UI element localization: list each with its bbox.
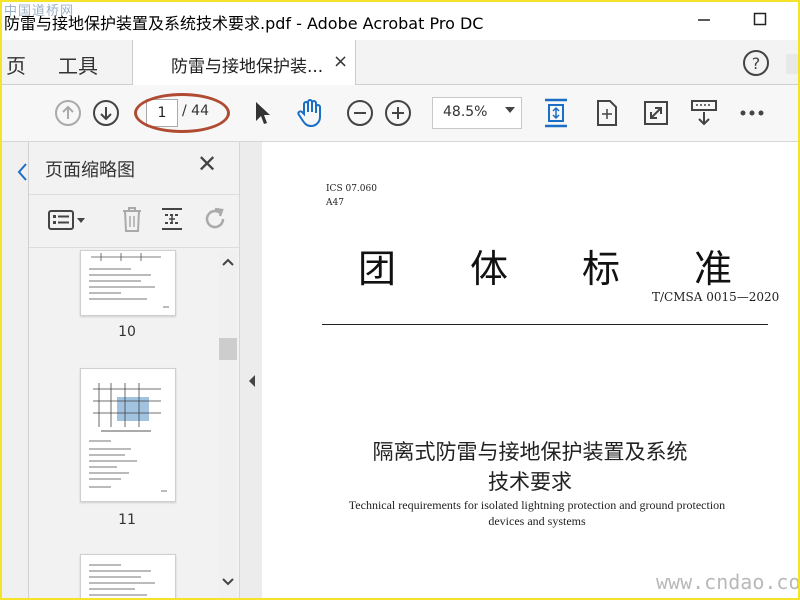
minus-circle-icon	[347, 100, 373, 126]
arrow-up-circle-icon	[55, 100, 81, 126]
thumbnails-scrollbar[interactable]	[219, 250, 237, 598]
panel-splitter[interactable]	[239, 142, 263, 598]
navigation-strip	[2, 142, 29, 598]
ics-code: ICS 07.060 A47	[326, 182, 377, 210]
thumbnails-title: 页面缩略图	[45, 160, 135, 181]
hand-tool-button[interactable]	[290, 93, 330, 133]
maximize-icon	[753, 12, 767, 26]
help-button[interactable]: ?	[742, 49, 770, 81]
heading-char-1: 团	[358, 247, 397, 291]
menu-home[interactable]: 页	[6, 50, 26, 79]
tab-document[interactable]: 防雷与接地保护装... ×	[132, 40, 356, 85]
scroll-mode-icon	[691, 100, 717, 126]
insert-page-button[interactable]	[159, 205, 185, 237]
rotate-icon	[205, 207, 225, 229]
tab-bar: 页 工具 ?	[2, 40, 798, 85]
heading-char-3: 标	[582, 247, 621, 291]
prev-page-button[interactable]	[48, 93, 88, 133]
main-toolbar: 1 / 44 48.5%	[2, 85, 798, 142]
chevron-up-icon	[222, 258, 234, 266]
heading-char-4: 准	[694, 247, 733, 291]
thumbnail-options-button[interactable]	[47, 207, 87, 237]
zoom-select[interactable]: 48.5%	[432, 97, 522, 129]
zoom-out-button[interactable]	[340, 93, 380, 133]
page-rotate-icon	[597, 100, 617, 126]
thumbnails-panel: 页面缩略图 ✕ 10 11	[29, 142, 239, 598]
cursor-arrow-icon	[256, 102, 270, 124]
signin-tab-edge[interactable]	[786, 54, 798, 74]
expand-icon	[644, 101, 668, 125]
select-tool-button[interactable]	[242, 93, 282, 133]
insert-page-icon	[162, 208, 182, 230]
collapse-left-icon	[249, 375, 255, 387]
help-icon: ?	[743, 50, 769, 76]
list-options-icon	[48, 210, 85, 230]
delete-page-button[interactable]	[119, 205, 145, 237]
trash-icon	[123, 207, 141, 232]
rotate-view-button[interactable]	[586, 93, 626, 133]
scrollbar-thumb[interactable]	[219, 338, 237, 360]
ics-line: ICS 07.060	[326, 184, 377, 194]
app-window: 中国道桥网 防雷与接地保护装置及系统技术要求.pdf - Adobe Acrob…	[0, 0, 800, 600]
page-preview-icon	[89, 253, 169, 308]
svg-text:?: ?	[752, 54, 761, 73]
minimize-button[interactable]	[684, 6, 724, 36]
zoom-in-button[interactable]	[378, 93, 418, 133]
more-tools-button[interactable]	[732, 93, 772, 133]
pdf-page: ICS 07.060 A47 团 体 标 准 T/CMSA 0015—2020 …	[262, 142, 798, 598]
rotate-page-button[interactable]	[201, 205, 229, 237]
maximize-button[interactable]	[740, 6, 780, 36]
tab-close-icon[interactable]: ×	[333, 51, 348, 72]
plus-circle-icon	[385, 100, 411, 126]
title-cn-line1: 隔离式防雷与接地保护装置及系统	[372, 440, 688, 464]
close-panel-icon[interactable]: ✕	[197, 150, 217, 178]
standard-number: T/CMSA 0015—2020	[652, 290, 780, 304]
thumbnail-label-11: 11	[118, 512, 136, 528]
thumbnail-page-11[interactable]	[80, 368, 176, 502]
title-bar: 中国道桥网 防雷与接地保护装置及系统技术要求.pdf - Adobe Acrob…	[2, 2, 798, 40]
title-en-line2: devices and systems	[488, 514, 586, 528]
arrow-down-circle-icon	[93, 100, 119, 126]
heading-char-2: 体	[470, 247, 509, 291]
header-rule	[322, 324, 768, 325]
fit-page-icon	[545, 98, 567, 128]
fit-page-button[interactable]	[536, 93, 576, 133]
ccs-line: A47	[326, 198, 344, 208]
minimize-icon	[698, 19, 710, 21]
highlight-ring	[134, 93, 230, 133]
menu-tools[interactable]: 工具	[58, 50, 98, 79]
document-view[interactable]: ICS 07.060 A47 团 体 标 准 T/CMSA 0015—2020 …	[262, 142, 798, 598]
chevron-down-icon	[505, 107, 515, 113]
title-en-line1: Technical requirements for isolated ligh…	[348, 498, 726, 512]
chevron-down-icon	[222, 578, 234, 586]
read-mode-button[interactable]	[684, 93, 724, 133]
zoom-value: 48.5%	[443, 104, 488, 120]
page-navigator: 1 / 44	[134, 93, 230, 133]
page-preview-icon	[89, 383, 167, 492]
window-title: 防雷与接地保护装置及系统技术要求.pdf - Adobe Acrobat Pro…	[4, 14, 484, 33]
thumbnail-label-10: 10	[118, 324, 136, 340]
title-cn-line2: 技术要求	[488, 470, 572, 494]
thumbnail-page-10[interactable]	[80, 250, 176, 316]
chevron-left-icon	[17, 163, 27, 181]
thumbnails-toolbar	[29, 194, 239, 248]
hand-icon	[297, 99, 321, 128]
tab-document-label: 防雷与接地保护装...	[171, 57, 324, 77]
thumbnail-page-12[interactable]	[80, 554, 176, 598]
next-page-button[interactable]	[86, 93, 126, 133]
full-screen-button[interactable]	[636, 93, 676, 133]
footer-watermark: www.cndao.com	[656, 570, 800, 594]
page-preview-icon	[89, 564, 155, 596]
more-dots-icon	[740, 110, 764, 116]
